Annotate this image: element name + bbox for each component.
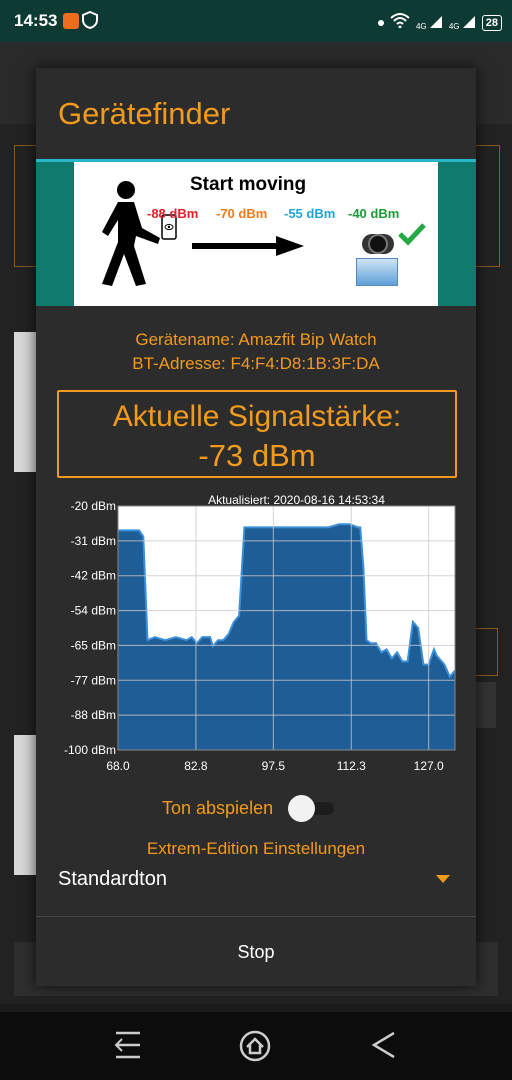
device-finder-dialog: Gerätefinder Start moving -88 dBm -70 dB… [36, 68, 476, 986]
signal-chart: -20 dBm -31 dBm -42 dBm -54 dBm -65 dBm -77 d… [64, 493, 456, 773]
dbm-label-1: -88 dBm [147, 206, 199, 221]
chart-y-tick-label: -31 dBm [71, 534, 116, 548]
chart-y-tick-label: -42 dBm [71, 569, 116, 583]
extreme-settings-label: Extrem-Edition Einstellungen [146, 839, 366, 858]
shield-icon [82, 10, 98, 34]
navigation-bar [0, 1012, 512, 1080]
banner-title: Start moving [190, 174, 307, 195]
chart-y-tick-label: -20 dBm [71, 499, 116, 513]
banner-image: Start moving -88 dBm -70 dBm -55 dBm -40… [74, 162, 438, 306]
chart-x-tick-label: 112.3 [337, 759, 366, 773]
chart-x-tick-label: 68.0 [106, 759, 130, 773]
chart-title: Aktualisiert: 2020-08-16 14:53:34 [208, 493, 385, 507]
checkmark-icon [398, 223, 426, 246]
network-type-1: 4G [415, 21, 427, 31]
dialog-title: Gerätefinder [58, 96, 231, 131]
device-name: Gerätename: Amazfit Bip Watch [135, 330, 377, 349]
toggle-thumb [288, 795, 315, 822]
menu-icon[interactable] [114, 1030, 142, 1065]
home-icon[interactable] [238, 1030, 272, 1067]
chart-y-tick-label: -100 dBm [64, 743, 116, 757]
signal-label: Aktuelle Signalstärke: [112, 400, 402, 433]
dropdown-arrow-icon [436, 875, 450, 883]
signal-icon: 4G [416, 15, 443, 31]
instruction-banner: Start moving -88 dBm -70 dBm -55 dBm -40… [36, 159, 476, 306]
status-bar: 14:53 4G 4G 28 [0, 0, 512, 42]
divider [36, 916, 476, 917]
walking-person-icon [102, 181, 160, 286]
chart-y-tick-label: -88 dBm [71, 708, 116, 722]
sound-select-value: Standardton [58, 868, 167, 890]
bt-address: BT-Adresse: F4:F4:D8:1B:3F:DA [132, 354, 380, 373]
sound-select[interactable]: Standardton [56, 865, 456, 895]
dbm-label-2: -70 dBm [216, 206, 268, 221]
network-type-2: 4G [448, 21, 460, 31]
chart-y-tick-label: -65 dBm [71, 638, 116, 652]
signal-value: -73 dBm [198, 438, 316, 473]
signal-strength-box: Aktuelle Signalstärke: -73 dBm [57, 390, 457, 478]
sound-toggle[interactable] [288, 795, 336, 822]
smartwatch-icon [362, 234, 394, 254]
chart-x-tick-label: 97.5 [262, 759, 286, 773]
chart-x-tick-label: 82.8 [184, 759, 208, 773]
chart-y-tick-label: -77 dBm [71, 673, 116, 687]
dbm-label-4: -40 dBm [348, 206, 400, 221]
watch-box-image [356, 258, 398, 286]
chart-y-tick-label: -54 dBm [71, 604, 116, 618]
battery-icon: 28 [481, 14, 502, 31]
dot-icon [377, 19, 384, 26]
notification-app-icon [63, 13, 79, 29]
stop-button[interactable]: Stop [36, 918, 476, 986]
chart-x-tick-label: 127.0 [414, 759, 444, 773]
back-icon[interactable] [370, 1030, 398, 1065]
sound-toggle-label: Ton abspielen [162, 798, 274, 818]
signal-icon-2: 4G [449, 15, 476, 31]
wifi-icon [390, 12, 410, 33]
dbm-label-3: -55 dBm [284, 206, 336, 221]
arrow-right-icon [192, 236, 304, 256]
status-time: 14:53 [14, 11, 58, 30]
status-icons: 4G 4G 28 [377, 12, 502, 33]
